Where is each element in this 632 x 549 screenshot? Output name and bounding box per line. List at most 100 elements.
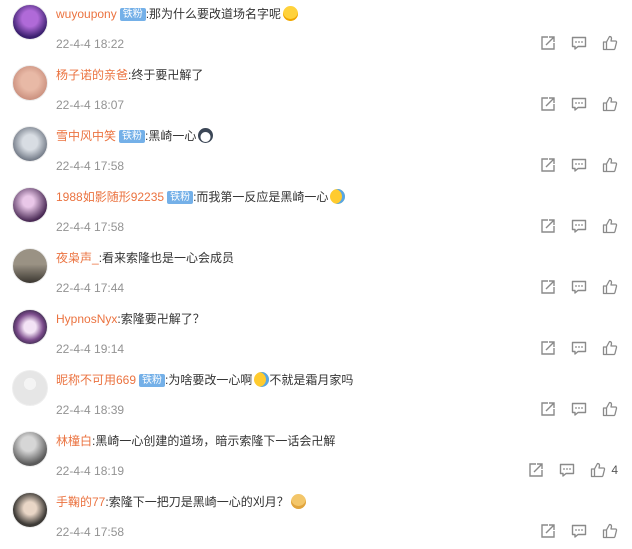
comment-item: 夜枭声_:看来索隆也是一心会成员 22-4-4 17:44 xyxy=(0,244,632,305)
comment-text: :黑崎一心创建的道场，暗示索隆下一话会卍解 xyxy=(92,434,336,448)
username[interactable]: HypnosNyx xyxy=(56,312,117,326)
reply-button[interactable] xyxy=(571,218,587,234)
comment-text: :而我第一反应是黑崎一心 xyxy=(193,190,329,204)
comment-line: 雪中风中笑 铁粉:黑崎一心 xyxy=(56,128,214,144)
like-button[interactable] xyxy=(602,157,618,173)
avatar[interactable] xyxy=(12,126,48,162)
username[interactable]: 手鞠的77 xyxy=(56,495,105,509)
like-button[interactable] xyxy=(602,35,618,51)
like-button[interactable] xyxy=(602,523,618,539)
reply-button[interactable] xyxy=(571,279,587,295)
like-count: 4 xyxy=(611,463,618,477)
comment-icon xyxy=(571,36,587,50)
comment-text: :那为什么要改道场名字呢 xyxy=(145,7,282,21)
like-button[interactable]: 4 xyxy=(590,462,618,478)
doge-emoji-icon xyxy=(290,494,306,509)
share-button[interactable] xyxy=(540,279,556,295)
comment-icon xyxy=(571,341,587,355)
sweat-emoji-icon xyxy=(283,6,299,21)
reply-button[interactable] xyxy=(571,523,587,539)
comment-text-continued: 不就是霜月家吗 xyxy=(269,373,354,387)
comment-icon xyxy=(571,219,587,233)
laugh-cry-emoji-icon xyxy=(330,189,346,204)
username[interactable]: 1988如影随形92235 xyxy=(56,190,164,204)
share-button[interactable] xyxy=(540,157,556,173)
timestamp: 22-4-4 17:58 xyxy=(56,525,125,539)
comment-actions xyxy=(525,340,618,356)
reply-button[interactable] xyxy=(571,340,587,356)
username[interactable]: wuyoupony xyxy=(56,7,117,21)
share-icon xyxy=(541,341,555,355)
comment-actions xyxy=(525,157,618,173)
username[interactable]: 雪中风中笑 xyxy=(56,129,116,143)
comment-item: 1988如影随形92235 铁粉:而我第一反应是黑崎一心 22-4-4 17:58 xyxy=(0,183,632,244)
fan-badge: 铁粉 xyxy=(167,191,194,204)
like-button[interactable] xyxy=(602,218,618,234)
username[interactable]: 夜枭声_ xyxy=(56,251,99,265)
reply-button[interactable] xyxy=(571,35,587,51)
share-button[interactable] xyxy=(540,340,556,356)
like-icon xyxy=(602,340,618,356)
like-button[interactable] xyxy=(602,279,618,295)
like-button[interactable] xyxy=(602,401,618,417)
comment-text: :终于要卍解了 xyxy=(128,68,204,82)
timestamp: 22-4-4 18:39 xyxy=(56,403,125,417)
share-icon xyxy=(541,158,555,172)
comment-item: 手鞠的77:索隆下一把刀是黑崎一心的刈月？ 22-4-4 17:58 xyxy=(0,488,632,549)
avatar[interactable] xyxy=(12,492,48,528)
share-icon xyxy=(529,463,544,477)
comment-actions xyxy=(525,401,618,417)
timestamp: 22-4-4 17:58 xyxy=(56,159,125,173)
share-button[interactable] xyxy=(540,523,556,539)
avatar[interactable] xyxy=(12,4,48,40)
reply-button[interactable] xyxy=(571,96,587,112)
share-button[interactable] xyxy=(540,218,556,234)
comment-text: :索隆下一把刀是黑崎一心的刈月？ xyxy=(105,495,289,509)
avatar[interactable] xyxy=(12,431,48,467)
fan-badge: 铁粉 xyxy=(139,374,166,387)
comment-actions xyxy=(525,218,618,234)
comment-line: 林橦白:黑崎一心创建的道场，暗示索隆下一话会卍解 xyxy=(56,433,335,449)
avatar[interactable] xyxy=(12,248,48,284)
like-icon xyxy=(602,157,618,173)
comment-line: 1988如影随形92235 铁粉:而我第一反应是黑崎一心 xyxy=(56,189,346,205)
username[interactable]: 林橦白 xyxy=(56,434,92,448)
comment-actions xyxy=(525,523,618,539)
like-icon xyxy=(602,35,618,51)
comment-line: 昵称不可用669 铁粉:为啥要改一心啊 不就是霜月家吗 xyxy=(56,372,353,388)
username[interactable]: 杨子诺的亲爸 xyxy=(56,68,128,82)
comment-item: 杨子诺的亲爸:终于要卍解了 22-4-4 18:07 xyxy=(0,61,632,122)
reply-button[interactable] xyxy=(571,401,587,417)
reply-button[interactable] xyxy=(559,462,575,478)
reply-button[interactable] xyxy=(571,157,587,173)
avatar[interactable] xyxy=(12,187,48,223)
like-icon xyxy=(602,218,618,234)
share-icon xyxy=(541,219,555,233)
like-icon xyxy=(602,279,618,295)
comment-icon xyxy=(571,158,587,172)
comment-text: :为啥要改一心啊 xyxy=(165,373,253,387)
comment-line: 手鞠的77:索隆下一把刀是黑崎一心的刈月？ xyxy=(56,494,306,510)
comment-actions xyxy=(525,96,618,112)
comment-line: 杨子诺的亲爸:终于要卍解了 xyxy=(56,67,203,83)
share-icon xyxy=(541,280,555,294)
avatar[interactable] xyxy=(12,309,48,345)
share-icon xyxy=(541,97,555,111)
share-icon xyxy=(541,402,555,416)
avatar[interactable] xyxy=(12,65,48,101)
comment-item: wuyoupony 铁粉:那为什么要改道场名字呢 22-4-4 18:22 xyxy=(0,0,632,61)
comment-actions xyxy=(525,279,618,295)
share-button[interactable] xyxy=(528,462,544,478)
avatar[interactable] xyxy=(12,370,48,406)
comment-text: :看来索隆也是一心会成员 xyxy=(98,251,235,265)
like-button[interactable] xyxy=(602,340,618,356)
share-button[interactable] xyxy=(540,35,556,51)
comment-icon xyxy=(560,463,575,477)
share-button[interactable] xyxy=(540,96,556,112)
like-icon xyxy=(602,401,618,417)
username[interactable]: 昵称不可用669 xyxy=(56,373,136,387)
comment-line: HypnosNyx:索隆要卍解了？ xyxy=(56,311,205,327)
fan-badge: 铁粉 xyxy=(119,8,146,21)
share-button[interactable] xyxy=(540,401,556,417)
like-button[interactable] xyxy=(602,96,618,112)
